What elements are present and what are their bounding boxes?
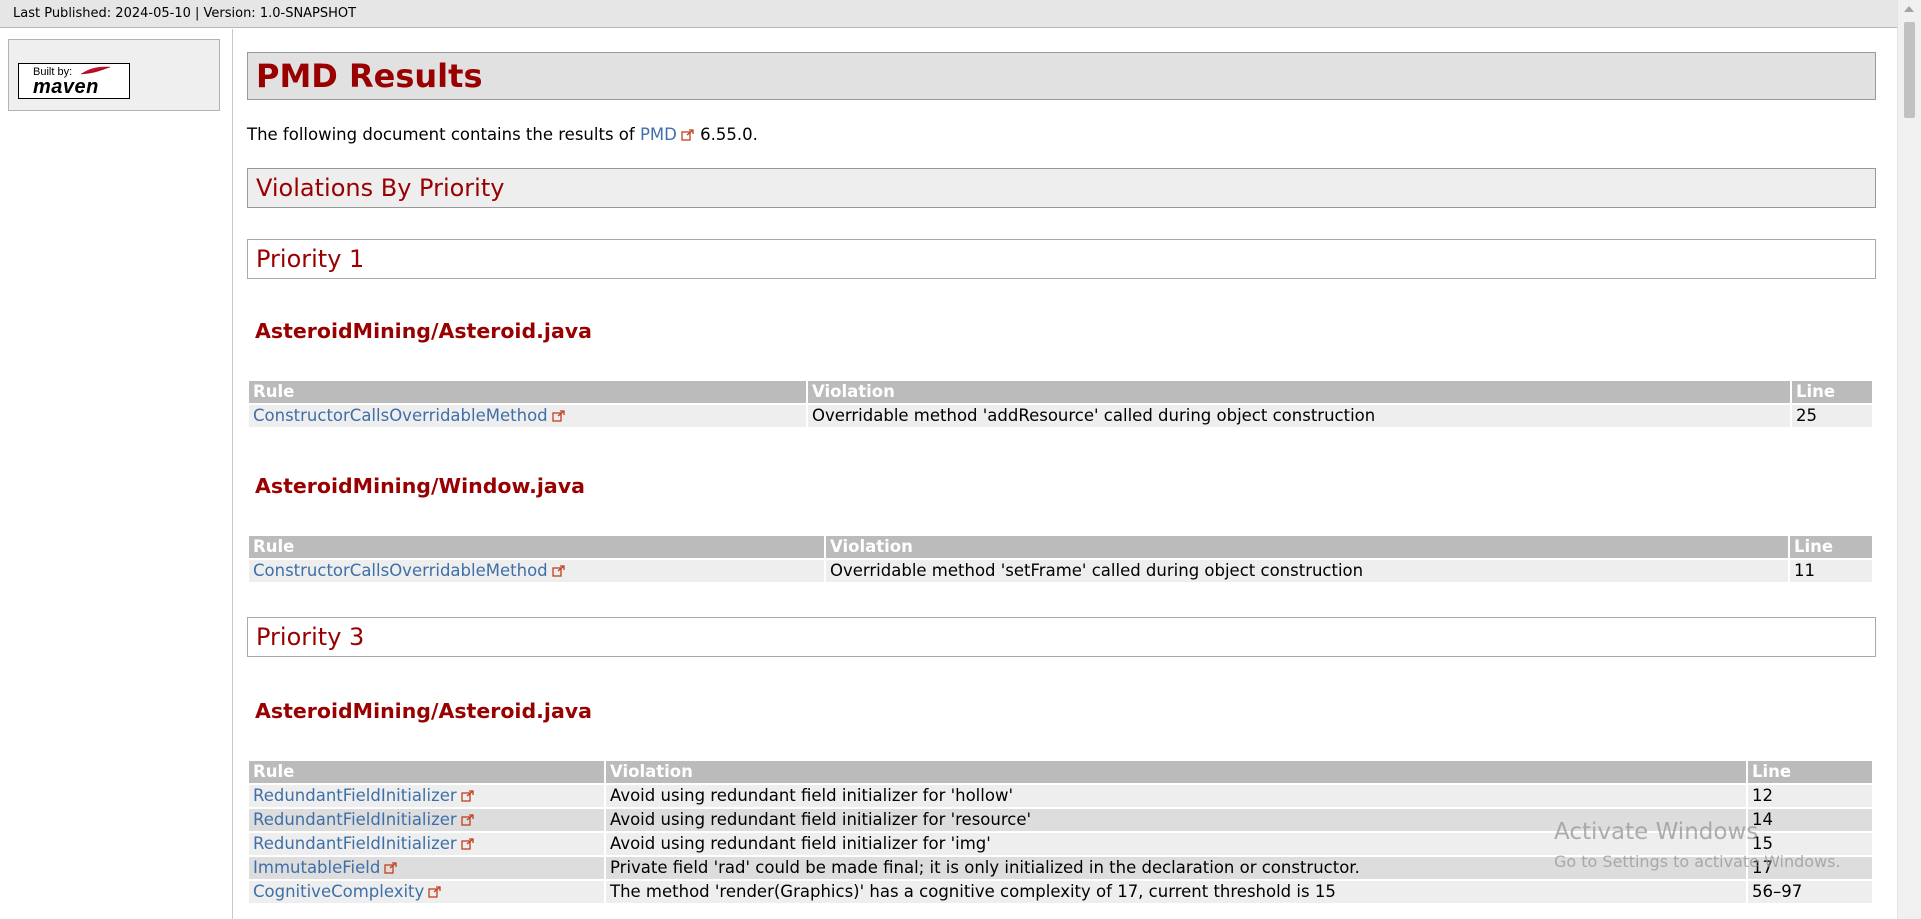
col-line-header: Line xyxy=(1790,536,1872,558)
section-violations-by-priority: Violations By Priority xyxy=(247,168,1876,208)
file-heading-p1-asteroid: AsteroidMining/Asteroid.java xyxy=(255,319,592,343)
activate-windows-subtitle: Go to Settings to activate Windows. xyxy=(1554,852,1841,871)
rule-link[interactable]: CognitiveComplexity xyxy=(253,882,424,901)
violation-cell: Avoid using redundant field initializer … xyxy=(606,785,1746,807)
rule-cell: RedundantFieldInitializer xyxy=(249,833,604,855)
maven-feather-icon xyxy=(80,66,111,75)
table-row: CognitiveComplexity The method 'render(G… xyxy=(249,881,1872,903)
external-link-icon[interactable] xyxy=(461,814,475,826)
table-row: ConstructorCallsOverridableMethod Overri… xyxy=(249,405,1872,427)
rule-cell: ConstructorCallsOverridableMethod xyxy=(249,560,824,582)
line-cell: 12 xyxy=(1748,785,1872,807)
section-priority-3: Priority 3 xyxy=(247,617,1876,657)
col-violation-header: Violation xyxy=(826,536,1788,558)
table-row: ConstructorCallsOverridableMethod Overri… xyxy=(249,560,1872,582)
external-link-icon[interactable] xyxy=(461,838,475,850)
col-violation-header: Violation xyxy=(606,761,1746,783)
rule-link[interactable]: ImmutableField xyxy=(253,858,380,877)
col-rule-header: Rule xyxy=(249,536,824,558)
rule-cell: RedundantFieldInitializer xyxy=(249,785,604,807)
p1-asteroid-table: Rule Violation Line ConstructorCallsOver… xyxy=(247,379,1874,429)
left-sidebar: Built by: maven xyxy=(0,29,233,919)
rule-cell: CognitiveComplexity xyxy=(249,881,604,903)
col-line-header: Line xyxy=(1792,381,1872,403)
external-link-icon[interactable] xyxy=(681,129,695,141)
table-header-row: Rule Violation Line xyxy=(249,761,1872,783)
col-rule-header: Rule xyxy=(249,381,806,403)
rule-cell: ConstructorCallsOverridableMethod xyxy=(249,405,806,427)
external-link-icon[interactable] xyxy=(428,886,442,898)
col-rule-header: Rule xyxy=(249,761,604,783)
pmd-link[interactable]: PMD xyxy=(640,125,677,144)
file-heading-p1-window: AsteroidMining/Window.java xyxy=(255,474,585,498)
table-header-row: Rule Violation Line xyxy=(249,536,1872,558)
line-cell: 14 xyxy=(1748,809,1872,831)
publish-info: Last Published: 2024-05-10 | Version: 1.… xyxy=(13,6,357,21)
violation-cell: Overridable method 'setFrame' called dur… xyxy=(826,560,1788,582)
external-link-icon[interactable] xyxy=(551,410,566,422)
rule-link[interactable]: ConstructorCallsOverridableMethod xyxy=(253,561,548,580)
vertical-scrollbar[interactable] xyxy=(1897,0,1921,919)
intro-paragraph: The following document contains the resu… xyxy=(247,125,758,144)
rule-link[interactable]: ConstructorCallsOverridableMethod xyxy=(253,406,548,425)
line-cell: 11 xyxy=(1790,560,1872,582)
section-priority-1: Priority 1 xyxy=(247,239,1876,279)
rule-link[interactable]: RedundantFieldInitializer xyxy=(253,810,457,829)
p1-window-table: Rule Violation Line ConstructorCallsOver… xyxy=(247,534,1874,584)
badge-maven: maven xyxy=(33,76,99,98)
top-bar: Last Published: 2024-05-10 | Version: 1.… xyxy=(0,0,1898,28)
col-violation-header: Violation xyxy=(808,381,1790,403)
file-heading-p3-asteroid: AsteroidMining/Asteroid.java xyxy=(255,699,592,723)
scroll-thumb[interactable] xyxy=(1904,22,1915,118)
line-cell: 56–97 xyxy=(1748,881,1872,903)
intro-prefix: The following document contains the resu… xyxy=(247,125,635,144)
table-header-row: Rule Violation Line xyxy=(249,381,1872,403)
intro-suffix: 6.55.0. xyxy=(700,125,758,144)
rule-link[interactable]: RedundantFieldInitializer xyxy=(253,786,457,805)
violation-cell: Overridable method 'addResource' called … xyxy=(808,405,1790,427)
violation-cell: The method 'render(Graphics)' has a cogn… xyxy=(606,881,1746,903)
external-link-icon[interactable] xyxy=(384,862,398,874)
table-row: RedundantFieldInitializer Avoid using re… xyxy=(249,785,1872,807)
rule-cell: ImmutableField xyxy=(249,857,604,879)
external-link-icon[interactable] xyxy=(551,565,566,577)
activate-windows-title: Activate Windows xyxy=(1554,819,1759,845)
page-title: PMD Results xyxy=(247,52,1876,100)
line-cell: 25 xyxy=(1792,405,1872,427)
built-by-maven-logo[interactable]: Built by: maven xyxy=(18,63,130,99)
col-line-header: Line xyxy=(1748,761,1872,783)
external-link-icon[interactable] xyxy=(461,790,475,802)
scroll-up-arrow-icon[interactable] xyxy=(1904,6,1914,12)
logo-box: Built by: maven xyxy=(8,39,220,111)
rule-link[interactable]: RedundantFieldInitializer xyxy=(253,834,457,853)
rule-cell: RedundantFieldInitializer xyxy=(249,809,604,831)
